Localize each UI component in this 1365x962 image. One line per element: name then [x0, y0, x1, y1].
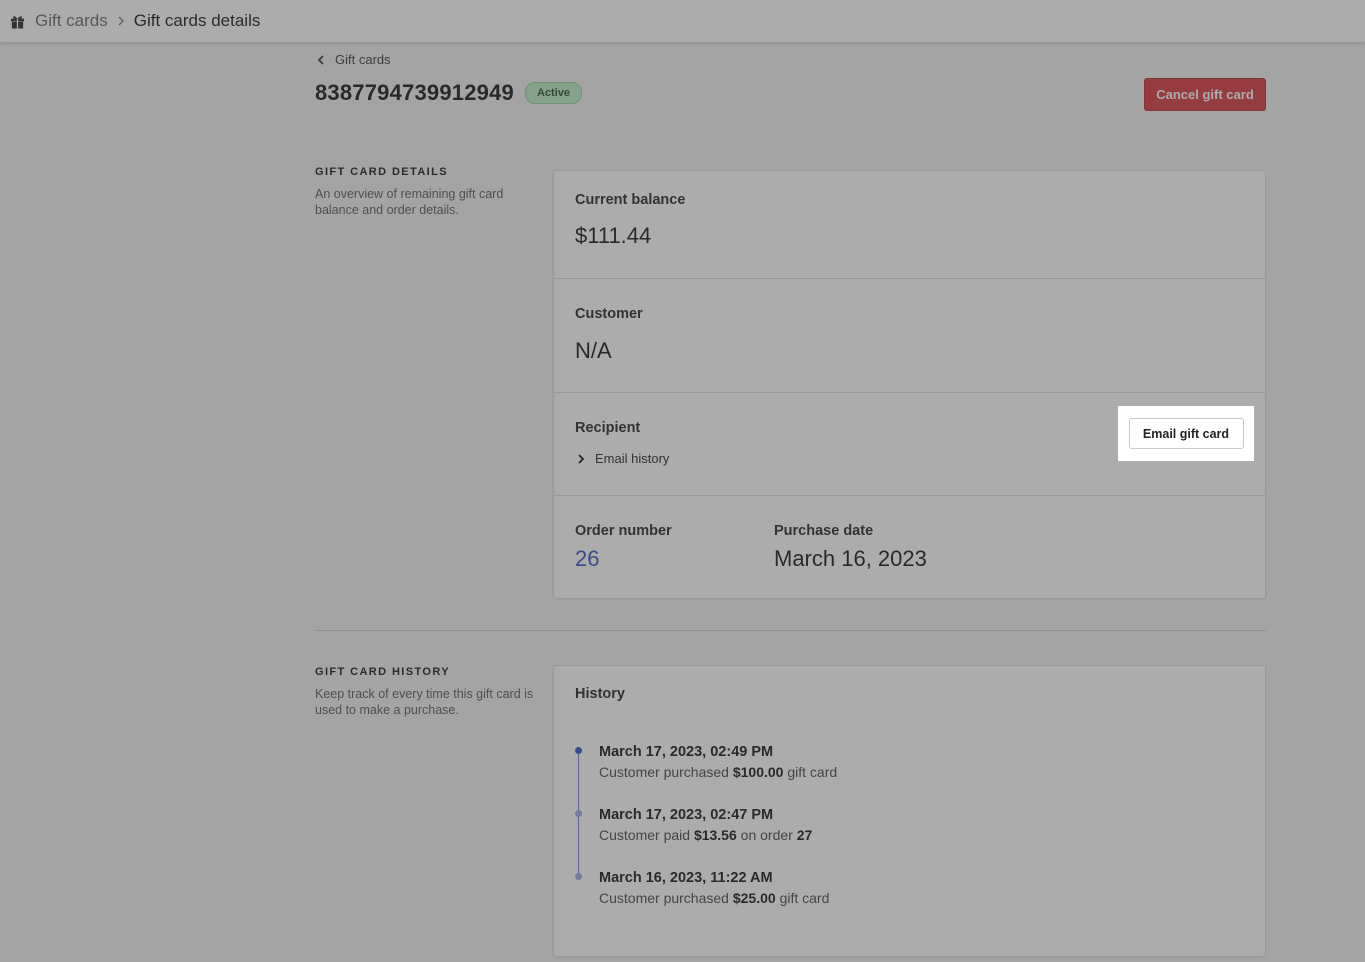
- page-title-row: 8387794739912949 Active: [315, 80, 582, 106]
- customer-label: Customer: [575, 306, 643, 322]
- entry-order-number: 27: [796, 827, 813, 843]
- timeline-entry: March 17, 2023, 02:47 PM Customer paid $…: [575, 807, 1244, 870]
- order-number-field: Order number 26: [575, 523, 774, 598]
- gift-card-details-card: Current balance $111.44 Customer N/A Rec…: [553, 170, 1266, 599]
- history-card: History March 17, 2023, 02:49 PM Custome…: [553, 665, 1266, 957]
- balance-label: Current balance: [575, 192, 686, 208]
- order-number-link[interactable]: 26: [575, 546, 774, 572]
- entry-amount: $25.00: [732, 890, 776, 906]
- section-divider: [315, 630, 1266, 631]
- entry-text-post: gift card: [787, 764, 838, 780]
- section-description: Keep track of every time this gift card …: [315, 687, 534, 717]
- status-badge: Active: [524, 82, 582, 104]
- chevron-right-icon: [575, 453, 587, 465]
- entry-text-post: gift card: [779, 890, 830, 906]
- chevron-right-icon: [117, 16, 125, 26]
- entry-text-pre: Customer purchased: [599, 764, 729, 780]
- history-title: History: [575, 686, 625, 702]
- breadcrumb-gift-cards[interactable]: Gift cards: [35, 11, 108, 31]
- entry-text: Customer purchased $25.00 gift card: [599, 890, 1244, 906]
- entry-date: March 17, 2023, 02:49 PM: [599, 744, 774, 760]
- entry-amount: $13.56: [693, 827, 737, 843]
- page-title: 8387794739912949: [315, 80, 514, 105]
- breadcrumb-current: Gift cards details: [133, 11, 261, 30]
- purchase-date-label: Purchase date: [774, 523, 874, 539]
- entry-amount: $100.00: [732, 764, 784, 780]
- top-bar: Gift cards Gift cards details: [0, 0, 1365, 43]
- section-description: An overview of remaining gift card balan…: [315, 187, 504, 217]
- gift-icon: [10, 14, 25, 29]
- back-link-label: Gift cards: [335, 52, 391, 67]
- timeline-dot: [575, 873, 582, 880]
- back-link[interactable]: Gift cards: [315, 52, 391, 67]
- order-number-label: Order number: [575, 523, 672, 539]
- entry-date: March 17, 2023, 02:47 PM: [599, 807, 774, 823]
- customer-section: Customer N/A: [554, 279, 1265, 393]
- entry-date: March 16, 2023, 11:22 AM: [599, 870, 773, 886]
- purchase-date-value: March 16, 2023: [774, 546, 927, 571]
- order-section: Order number 26 Purchase date March 16, …: [554, 496, 1265, 598]
- purchase-date-field: Purchase date March 16, 2023: [774, 523, 1074, 598]
- details-section-label: GIFT CARD DETAILS An overview of remaini…: [315, 166, 540, 218]
- email-history-label: Email history: [595, 451, 670, 466]
- timeline-dot: [575, 747, 582, 754]
- email-button-spotlight: Email gift card: [1118, 406, 1254, 461]
- timeline-entry: March 17, 2023, 02:49 PM Customer purcha…: [575, 744, 1244, 807]
- balance-section: Current balance $111.44: [554, 171, 1265, 279]
- entry-text: Customer purchased $100.00 gift card: [599, 764, 1244, 780]
- customer-value: N/A: [575, 338, 612, 363]
- timeline-entry: March 16, 2023, 11:22 AM Customer purcha…: [575, 870, 1244, 933]
- section-title: GIFT CARD DETAILS: [315, 166, 448, 178]
- cancel-gift-card-button[interactable]: Cancel gift card: [1144, 78, 1266, 111]
- chevron-left-icon: [315, 54, 327, 66]
- entry-text-pre: Customer paid: [599, 827, 691, 843]
- entry-text-post: on order: [740, 827, 793, 843]
- entry-text: Customer paid $13.56 on order 27: [599, 827, 1244, 843]
- email-gift-card-button[interactable]: Email gift card: [1128, 418, 1244, 449]
- section-title: GIFT CARD HISTORY: [315, 666, 451, 678]
- timeline-dot: [575, 810, 582, 817]
- balance-value: $111.44: [575, 223, 652, 248]
- history-section-label: GIFT CARD HISTORY Keep track of every ti…: [315, 666, 540, 718]
- entry-text-pre: Customer purchased: [599, 890, 729, 906]
- history-timeline: March 17, 2023, 02:49 PM Customer purcha…: [575, 744, 1244, 933]
